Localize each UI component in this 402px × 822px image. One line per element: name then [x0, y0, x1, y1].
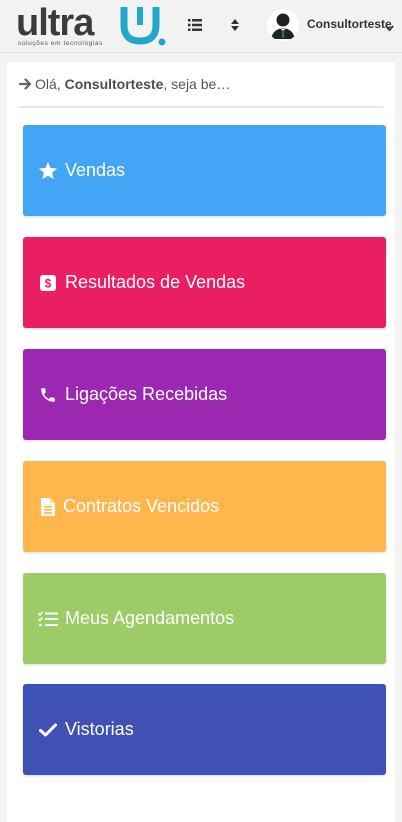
tile-meus-agendamentos[interactable]: Meus Agendamentos — [23, 573, 386, 664]
user-avatar-icon — [267, 9, 299, 41]
tile-contratos-vencidos[interactable]: Contratos Vencidos — [23, 461, 386, 552]
star-icon — [37, 160, 59, 182]
user-avatar[interactable] — [267, 9, 299, 41]
top-navbar: ultra soluções em tecnologias Consultort… — [0, 0, 402, 53]
checklist-icon — [37, 608, 59, 630]
user-name-menu[interactable]: Consultorteste — [307, 17, 392, 31]
check-icon — [37, 719, 59, 741]
sort-icon — [231, 19, 239, 31]
tile-vistorias[interactable]: Vistorias — [23, 684, 386, 775]
greeting-prefix: Olá, — [35, 76, 65, 92]
sort-button[interactable] — [224, 14, 246, 36]
tile-ligacoes-recebidas[interactable]: Ligações Recebidas — [23, 349, 386, 440]
greeting-text: Olá, Consultorteste, seja be… — [18, 76, 383, 108]
tile-label: Resultados de Vendas — [65, 272, 246, 292]
user-dropdown-toggle[interactable] — [385, 19, 394, 37]
tile-label: Ligações Recebidas — [65, 384, 228, 404]
greeting-suffix: , seja be… — [163, 76, 231, 92]
greeting-username: Consultorteste — [64, 76, 164, 92]
document-icon — [37, 496, 59, 518]
brand-tagline: soluções em tecnologias — [18, 40, 103, 47]
tile-vendas[interactable]: Vendas — [23, 125, 386, 216]
phone-icon — [37, 384, 59, 406]
caret-down-icon — [385, 25, 394, 32]
svg-text:$: $ — [45, 276, 52, 290]
tile-resultados-de-vendas[interactable]: $ Resultados de Vendas — [23, 237, 386, 328]
dollar-icon: $ — [37, 272, 59, 294]
tile-label: Contratos Vencidos — [63, 496, 220, 516]
tile-label: Vistorias — [65, 719, 134, 739]
list-menu-button[interactable] — [184, 14, 206, 36]
tile-label: Vendas — [65, 160, 126, 180]
brand-logo[interactable]: ultra soluções em tecnologias — [16, 3, 166, 49]
tile-label: Meus Agendamentos — [65, 608, 235, 628]
arrow-right-icon — [18, 77, 32, 93]
svg-text:ultra: ultra — [16, 3, 95, 44]
list-icon — [188, 19, 202, 31]
